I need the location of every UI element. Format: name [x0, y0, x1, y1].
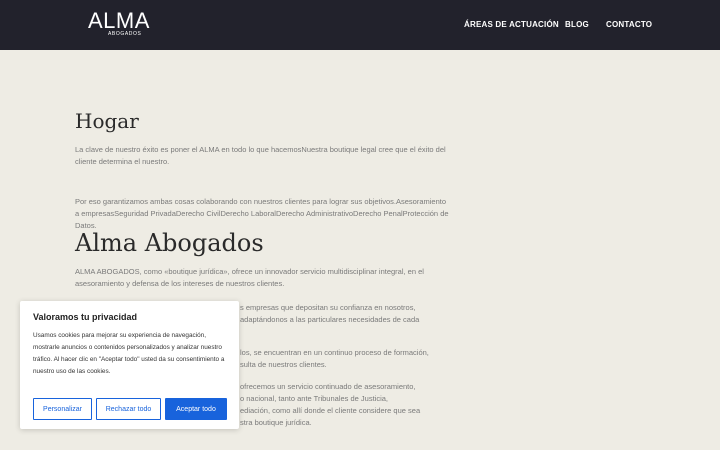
- body-text-fragment: sulta de nuestros clientes.: [240, 360, 327, 369]
- body-text-fragment: o nacional, tanto ante Tribunales de Jus…: [240, 394, 389, 403]
- page-title: Hogar: [75, 109, 139, 133]
- logo-text: ALMA: [88, 8, 150, 33]
- nav-item-blog[interactable]: BLOG: [565, 20, 589, 29]
- hogar-paragraph-1: La clave de nuestro éxito es poner el AL…: [75, 145, 446, 166]
- body-text-fragment: s empresas que depositan su confianza en…: [240, 303, 416, 312]
- body-text-fragment: stra boutique jurídica.: [240, 418, 312, 427]
- body-text-fragment: ediación, como allí donde el cliente con…: [240, 406, 421, 415]
- section-title: Alma Abogados: [75, 229, 264, 257]
- body-text-fragment: los, se encuentran en un continuo proces…: [240, 348, 429, 357]
- reject-all-button[interactable]: Rechazar todo: [96, 398, 161, 420]
- accept-all-button[interactable]: Aceptar todo: [165, 398, 227, 420]
- cookie-title: Valoramos tu privacidad: [33, 312, 138, 322]
- customize-button[interactable]: Personalizar: [33, 398, 92, 420]
- body-text-fragment: ofrecemos un servicio continuado de ases…: [240, 382, 416, 391]
- alma-intro-paragraph: ALMA ABOGADOS, como «boutique jurídica»,…: [75, 267, 424, 288]
- hogar-paragraph-2: Por eso garantizamos ambas cosas colabor…: [75, 197, 449, 230]
- cookie-description: Usamos cookies para mejorar su experienc…: [33, 332, 225, 375]
- main-content: Hogar La clave de nuestro éxito es poner…: [75, 108, 450, 288]
- nav-item-areas[interactable]: ÁREAS DE ACTUACIÓN: [464, 20, 559, 29]
- site-logo[interactable]: ALMA ABOGADOS: [88, 9, 168, 41]
- site-header: ALMA ABOGADOS ÁREAS DE ACTUACIÓN BLOG CO…: [0, 0, 720, 50]
- logo-subtext: ABOGADOS: [108, 31, 142, 37]
- body-text-fragment: adaptándonos a las particulares necesida…: [240, 315, 420, 324]
- cookie-consent-banner: Valoramos tu privacidad Usamos cookies p…: [20, 301, 239, 429]
- nav-item-contacto[interactable]: CONTACTO: [606, 20, 652, 29]
